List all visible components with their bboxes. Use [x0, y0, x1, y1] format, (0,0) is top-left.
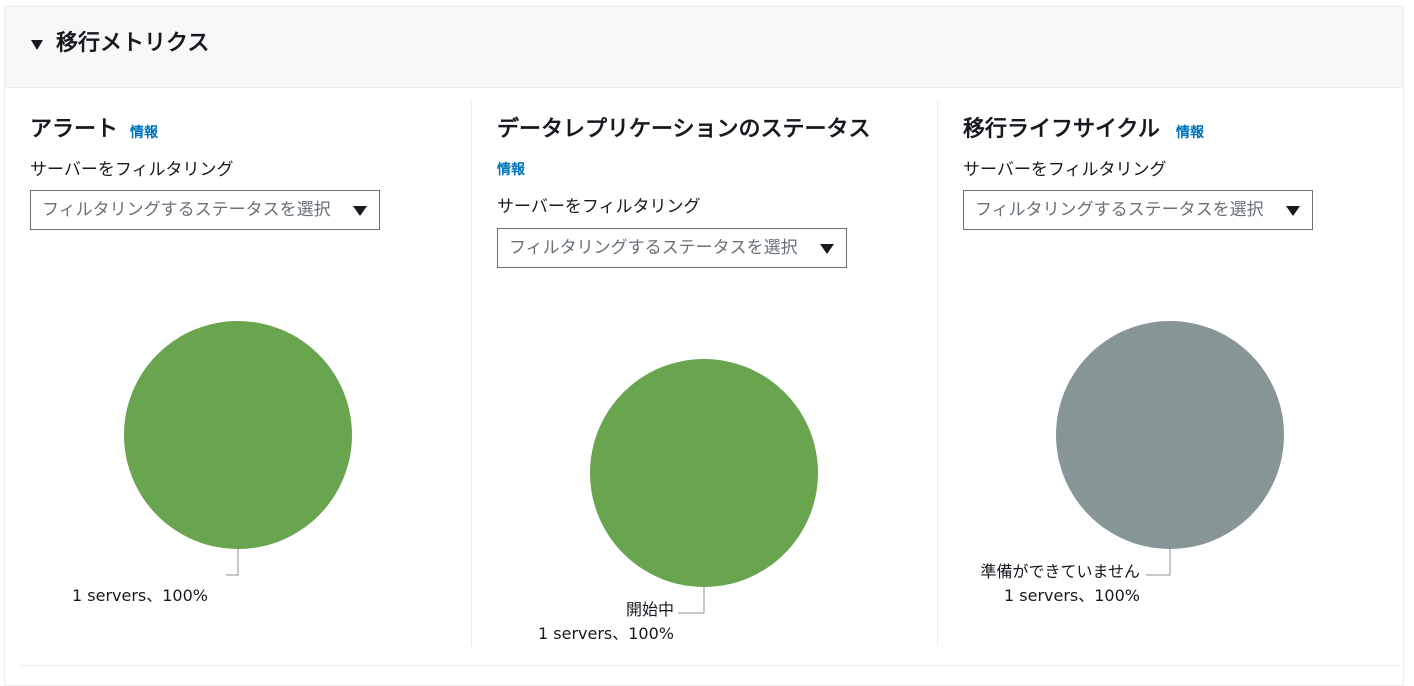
pie-leader-line-2 — [678, 587, 705, 614]
pie-slice-2-1[interactable] — [590, 359, 818, 587]
pie-slice-value-label-3: 1 servers、100% — [1004, 586, 1140, 605]
pie-charts-layer: 1 servers、100% 開始中 1 servers、100% 準備ができていませ… — [72, 321, 1284, 643]
pie-slice-value-label-1: 1 servers、100% — [72, 586, 208, 605]
pie-leader-line-3 — [1146, 549, 1171, 576]
pie-slice-name-3: 準備ができていません — [980, 562, 1140, 581]
pie-slice-3-1[interactable] — [1056, 321, 1284, 549]
pie-slice-1-1[interactable] — [124, 321, 352, 549]
pie-slice-name-2: 開始中 — [626, 600, 674, 619]
pie-leader-line-1 — [226, 549, 239, 576]
pie-slice-value-label-2: 1 servers、100% — [538, 624, 674, 643]
panel-bottom-border — [20, 665, 1400, 666]
